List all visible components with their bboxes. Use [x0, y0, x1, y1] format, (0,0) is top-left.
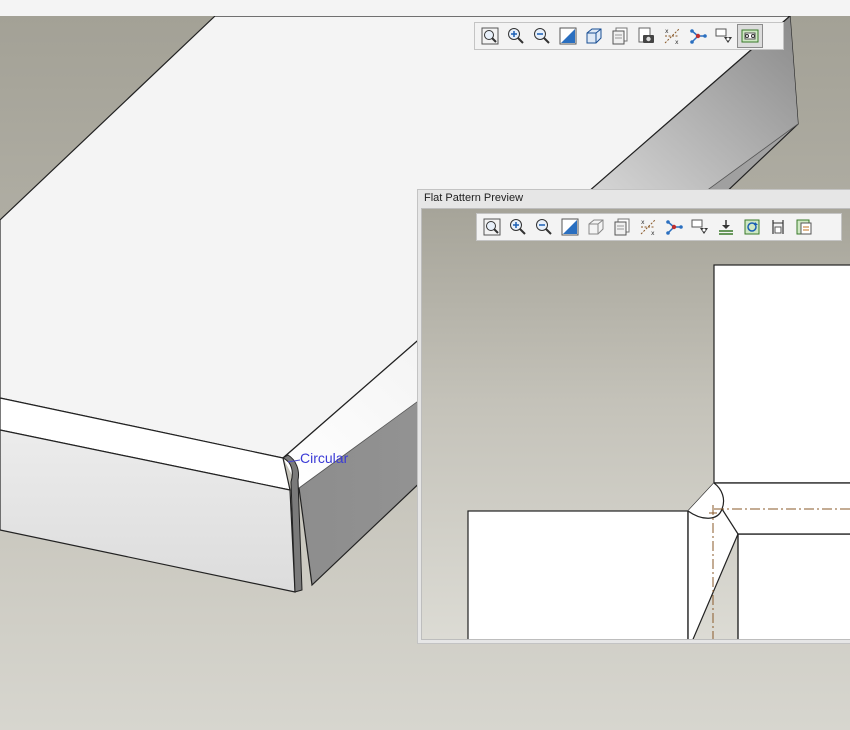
circular-annotation-label[interactable]: Circular — [300, 450, 348, 466]
annotation-display-icon — [715, 28, 732, 43]
preview-zoom-out-button[interactable] — [531, 215, 557, 239]
preview-annotation-display-button[interactable] — [687, 215, 713, 239]
flat-pattern-icon — [741, 29, 759, 43]
display-style-icon — [588, 219, 604, 235]
zoom-fit-icon — [481, 27, 499, 45]
saved-views-icon — [614, 218, 630, 236]
svg-text:x: x — [675, 39, 679, 46]
window-top-strip — [0, 0, 850, 16]
flat-pattern-preview-button[interactable] — [737, 24, 763, 48]
zoom-fit-button[interactable] — [477, 24, 503, 48]
capture-view-button[interactable] — [633, 24, 659, 48]
datum-display-icon: xx — [640, 219, 656, 237]
preview-title: Flat Pattern Preview — [424, 192, 524, 204]
refresh-icon — [744, 219, 760, 235]
datum-display-button[interactable]: xx — [659, 24, 685, 48]
zoom-out-icon — [534, 28, 550, 44]
export-icon — [796, 219, 812, 235]
svg-text:x: x — [641, 219, 645, 226]
flat-pattern-drawing — [467, 264, 850, 639]
reorient-button[interactable] — [555, 24, 581, 48]
saved-views-icon — [612, 27, 628, 45]
view-toolbar: xx — [474, 22, 784, 50]
reorient-icon — [561, 218, 579, 236]
zoom-in-icon — [510, 219, 526, 235]
preview-refresh-button[interactable] — [739, 215, 765, 239]
zoom-out-button[interactable] — [529, 24, 555, 48]
model-viewport[interactable]: Circular xx Flat Pattern Preview x x — [0, 16, 850, 730]
svg-text:x: x — [665, 28, 669, 35]
reorient-icon — [559, 27, 577, 45]
preview-datum-display-button[interactable]: xx — [635, 215, 661, 239]
display-style-button[interactable] — [581, 24, 607, 48]
flat-pattern-preview-window[interactable]: Flat Pattern Preview x x — [417, 189, 850, 644]
flat-panel-right — [737, 533, 850, 639]
preview-toolbar: xx — [476, 213, 842, 241]
flat-panel-top — [713, 264, 850, 484]
saved-views-button[interactable] — [607, 24, 633, 48]
flat-panel-left — [467, 510, 689, 639]
preview-spin-center-button[interactable] — [661, 215, 687, 239]
preview-reorient-button[interactable] — [557, 215, 583, 239]
measure-icon — [772, 220, 784, 234]
preview-measure-button[interactable] — [765, 215, 791, 239]
display-style-icon — [586, 28, 602, 44]
spin-center-button[interactable] — [685, 24, 711, 48]
zoom-in-button[interactable] — [503, 24, 529, 48]
preview-zoom-in-button[interactable] — [505, 215, 531, 239]
zoom-fit-icon — [483, 218, 501, 236]
svg-text:x: x — [651, 230, 655, 237]
preview-canvas[interactable]: xx — [421, 208, 850, 640]
align-flat-icon — [719, 220, 733, 235]
camera-icon — [638, 27, 654, 43]
annotation-display-button[interactable] — [711, 24, 737, 48]
preview-saved-views-button[interactable] — [609, 215, 635, 239]
datum-display-icon: xx — [664, 28, 680, 46]
preview-export-button[interactable] — [791, 215, 817, 239]
preview-display-style-button[interactable] — [583, 215, 609, 239]
preview-zoom-fit-button[interactable] — [479, 215, 505, 239]
zoom-out-icon — [536, 219, 552, 235]
annotation-display-icon — [691, 219, 708, 234]
zoom-in-icon — [508, 28, 524, 44]
spin-center-icon — [690, 29, 707, 44]
spin-center-icon — [666, 220, 683, 235]
preview-align-flat-button[interactable] — [713, 215, 739, 239]
corner-relief-arc — [687, 482, 725, 519]
